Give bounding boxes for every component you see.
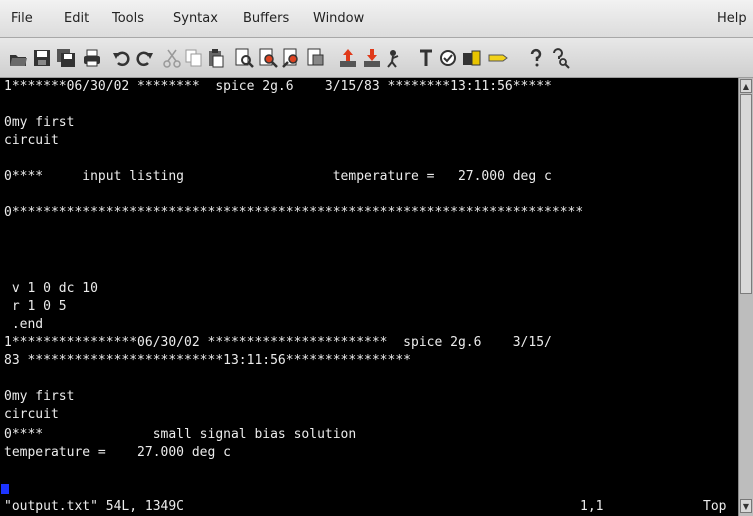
status-line: "output.txt" 54L, 1349C 1,1 Top: [0, 498, 738, 516]
tags-icon[interactable]: [460, 46, 484, 70]
toolbar: [0, 38, 753, 78]
menu-bar: File Edit Tools Syntax Buffers Window He…: [0, 0, 753, 38]
buffer-line: temperature = 27.000 deg c: [4, 445, 231, 460]
redo-icon[interactable]: [132, 46, 156, 70]
open-icon[interactable]: [6, 46, 30, 70]
vertical-scrollbar[interactable]: ▲ ▼: [738, 78, 753, 516]
scroll-up-icon[interactable]: ▲: [740, 79, 752, 93]
buffer-line: v 1 0 dc 10: [4, 281, 98, 296]
replace-icon[interactable]: [304, 46, 328, 70]
print-icon[interactable]: [80, 46, 104, 70]
help-icon[interactable]: [524, 46, 548, 70]
menu-buffers[interactable]: Buffers: [243, 11, 289, 26]
menu-window[interactable]: Window: [313, 11, 364, 26]
find-help-icon[interactable]: [548, 46, 572, 70]
save-session-icon[interactable]: [360, 46, 384, 70]
run-script-icon[interactable]: [384, 46, 408, 70]
status-scroll-position: Top: [703, 499, 727, 514]
scrollbar-thumb[interactable]: [740, 94, 752, 294]
buffer-line: .end: [4, 317, 44, 332]
buffer-line: 0my first: [4, 389, 75, 404]
find-next-icon[interactable]: [256, 46, 280, 70]
find-icon[interactable]: [232, 46, 256, 70]
save-all-icon[interactable]: [54, 46, 78, 70]
status-file-info: "output.txt" 54L, 1349C: [4, 499, 185, 514]
editor-buffer[interactable]: 1*******06/30/02 ******** spice 2g.6 3/1…: [0, 78, 738, 516]
menu-tools[interactable]: Tools: [112, 11, 144, 26]
text-cursor: [1, 484, 9, 494]
paste-icon[interactable]: [204, 46, 228, 70]
scroll-down-icon[interactable]: ▼: [740, 499, 752, 513]
status-cursor-position: 1,1: [580, 499, 604, 514]
jump-tag-icon[interactable]: [486, 46, 510, 70]
cut-icon[interactable]: [160, 46, 184, 70]
load-session-icon[interactable]: [336, 46, 360, 70]
save-icon[interactable]: [30, 46, 54, 70]
copy-icon[interactable]: [182, 46, 206, 70]
buffer-line: 1*******06/30/02 ******** spice 2g.6 3/1…: [4, 79, 552, 94]
menu-edit[interactable]: Edit: [64, 11, 89, 26]
buffer-line: circuit: [4, 133, 59, 148]
menu-syntax[interactable]: Syntax: [173, 11, 218, 26]
buffer-line: 83 *************************13:11:56****…: [4, 353, 411, 368]
buffer-line: 0**** small signal bias solution: [4, 427, 357, 442]
find-prev-icon[interactable]: [280, 46, 304, 70]
buffer-line: 0***************************************…: [4, 205, 584, 220]
menu-file[interactable]: File: [11, 11, 33, 26]
undo-icon[interactable]: [110, 46, 134, 70]
buffer-line: 0**** input listing temperature = 27.000…: [4, 169, 552, 184]
buffer-line: 0my first: [4, 115, 75, 130]
spell-check-icon[interactable]: [436, 46, 460, 70]
menu-help[interactable]: Help: [717, 11, 747, 26]
buffer-line: r 1 0 5: [4, 299, 67, 314]
make-icon[interactable]: [414, 46, 438, 70]
buffer-line: 1****************06/30/02 **************…: [4, 335, 552, 350]
buffer-line: circuit: [4, 407, 59, 422]
